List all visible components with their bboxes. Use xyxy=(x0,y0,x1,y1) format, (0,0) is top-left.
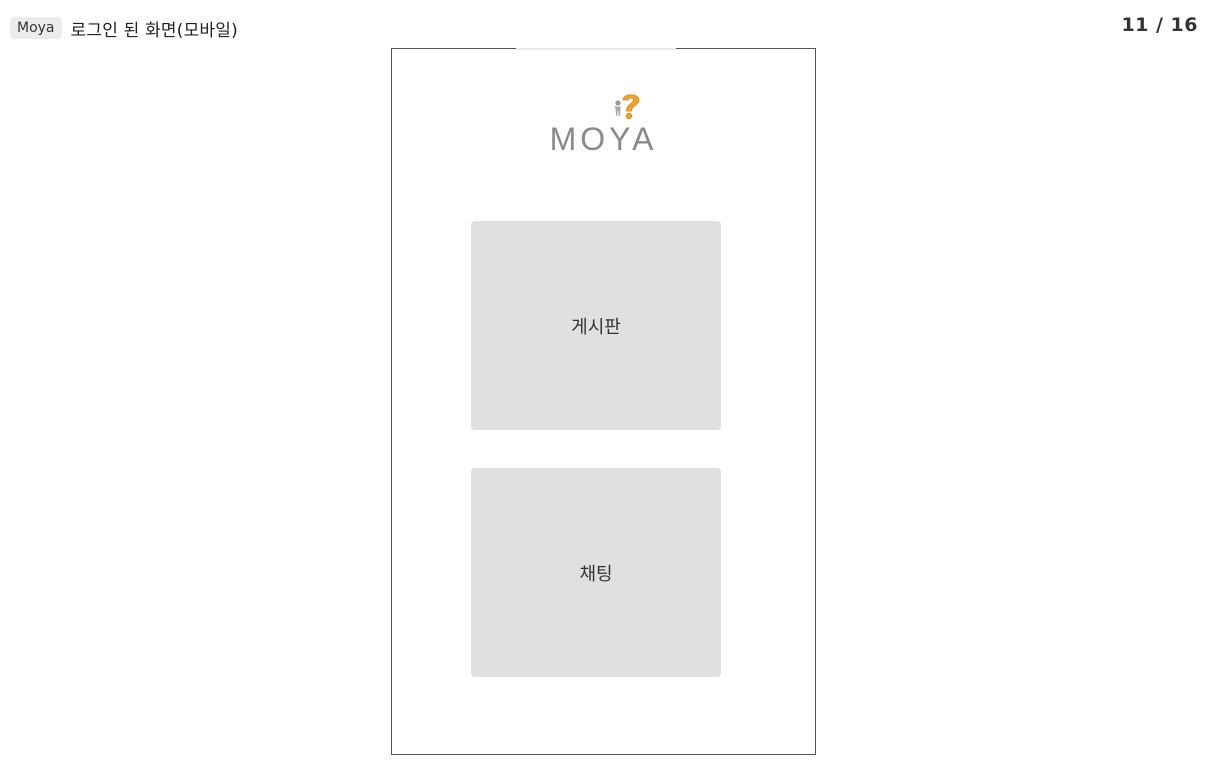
chat-button[interactable]: 채팅 xyxy=(471,468,721,677)
app-logo: MOYA xyxy=(392,91,815,157)
question-mark-person-icon xyxy=(614,94,640,120)
chat-button-label: 채팅 xyxy=(579,563,613,585)
board-button[interactable]: 게시판 xyxy=(471,221,721,430)
logo-wordmark: MOYA xyxy=(549,121,658,157)
project-tag[interactable]: Moya xyxy=(10,17,62,39)
page-counter: 11 / 16 xyxy=(1121,14,1198,36)
page-title: 로그인 된 화면(모바일) xyxy=(70,20,238,41)
mobile-screen-frame: MOYA 게시판 채팅 xyxy=(391,48,816,755)
frame-top-gap xyxy=(516,48,676,50)
header-bar: Moya 로그인 된 화면(모바일) xyxy=(10,16,238,41)
board-button-label: 게시판 xyxy=(571,316,621,338)
